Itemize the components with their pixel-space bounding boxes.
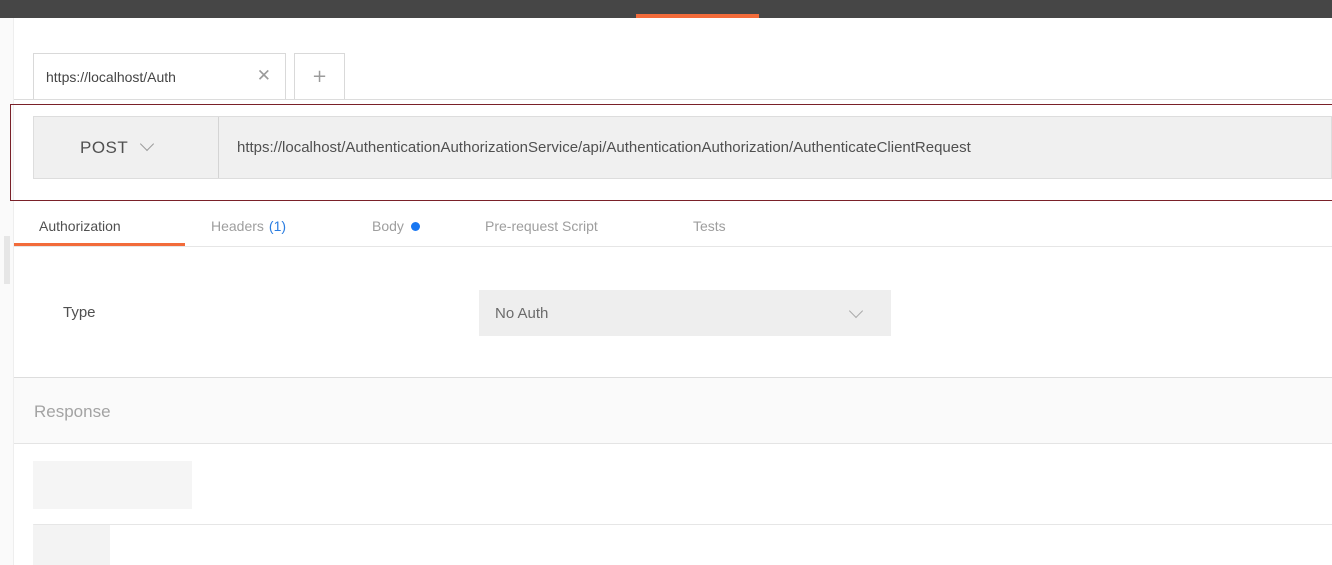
response-bottom-divider bbox=[14, 443, 1332, 444]
headers-count-badge: (1) bbox=[268, 218, 287, 234]
auth-type-select[interactable]: No Auth bbox=[479, 290, 891, 336]
method-label: POST bbox=[80, 137, 129, 157]
tab-prerequest-script[interactable]: Pre-request Script bbox=[485, 205, 598, 247]
left-sidebar-gutter bbox=[0, 18, 14, 565]
chevron-down-icon bbox=[848, 303, 864, 319]
auth-type-label: Type bbox=[63, 304, 96, 321]
close-icon[interactable]: ✕ bbox=[257, 66, 271, 86]
tab-tests-label: Tests bbox=[693, 218, 726, 234]
response-title: Response bbox=[34, 402, 111, 421]
plus-icon[interactable]: + bbox=[294, 53, 345, 99]
request-tab-row: https://localhost/Auth ✕ + bbox=[14, 18, 1332, 100]
response-header-panel bbox=[14, 378, 1332, 444]
request-subtabs: Authorization Headers (1) Body Pre-reque… bbox=[14, 205, 1332, 247]
sidebar-resize-handle[interactable] bbox=[4, 236, 10, 284]
body-modified-dot-icon bbox=[410, 221, 420, 231]
tab-headers-label: Headers bbox=[211, 218, 264, 234]
chevron-down-icon bbox=[140, 136, 155, 151]
method-select[interactable]: POST bbox=[34, 117, 219, 178]
tab-authorization[interactable]: Authorization bbox=[39, 205, 121, 247]
auth-type-value: No Auth bbox=[495, 304, 549, 322]
tab-body-label: Body bbox=[372, 218, 404, 234]
tab-headers[interactable]: Headers (1) bbox=[211, 205, 286, 247]
tab-row-divider bbox=[14, 99, 1332, 100]
active-subtab-indicator bbox=[14, 243, 185, 246]
request-tab[interactable]: https://localhost/Auth ✕ bbox=[33, 53, 286, 99]
request-tab-label: https://localhost/Auth bbox=[46, 68, 176, 85]
tab-body[interactable]: Body bbox=[372, 205, 420, 247]
response-body-frame bbox=[33, 524, 1332, 565]
response-body-placeholder bbox=[33, 525, 110, 565]
tab-prerequest-label: Pre-request Script bbox=[485, 218, 598, 234]
tab-authorization-label: Authorization bbox=[39, 218, 121, 234]
tab-tests[interactable]: Tests bbox=[693, 205, 726, 247]
request-url-bar: POST https://localhost/AuthenticationAut… bbox=[33, 116, 1332, 179]
response-placeholder-block bbox=[33, 461, 192, 509]
url-input[interactable]: https://localhost/AuthenticationAuthoriz… bbox=[237, 117, 971, 178]
